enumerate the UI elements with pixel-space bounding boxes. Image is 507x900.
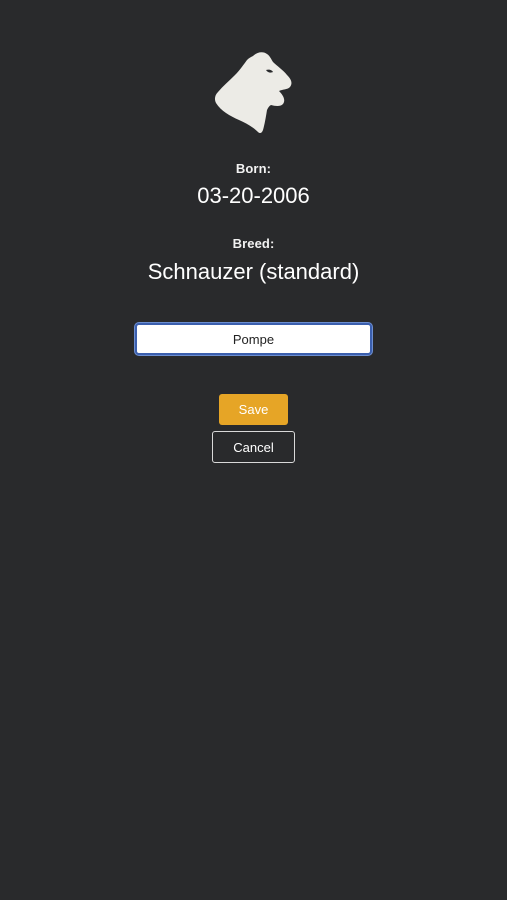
born-date-value: 03-20-2006: [197, 183, 310, 208]
dog-profile-edit-screen: Born: 03-20-2006 Breed: Schnauzer (stand…: [0, 0, 507, 900]
schnauzer-head-icon: [213, 50, 295, 134]
breed-label: Breed:: [232, 236, 275, 251]
born-label: Born:: [235, 161, 272, 176]
dog-name-input[interactable]: [135, 323, 372, 355]
breed-value: Schnauzer (standard): [147, 259, 360, 284]
cancel-button[interactable]: Cancel: [212, 431, 295, 463]
save-button[interactable]: Save: [219, 394, 288, 425]
